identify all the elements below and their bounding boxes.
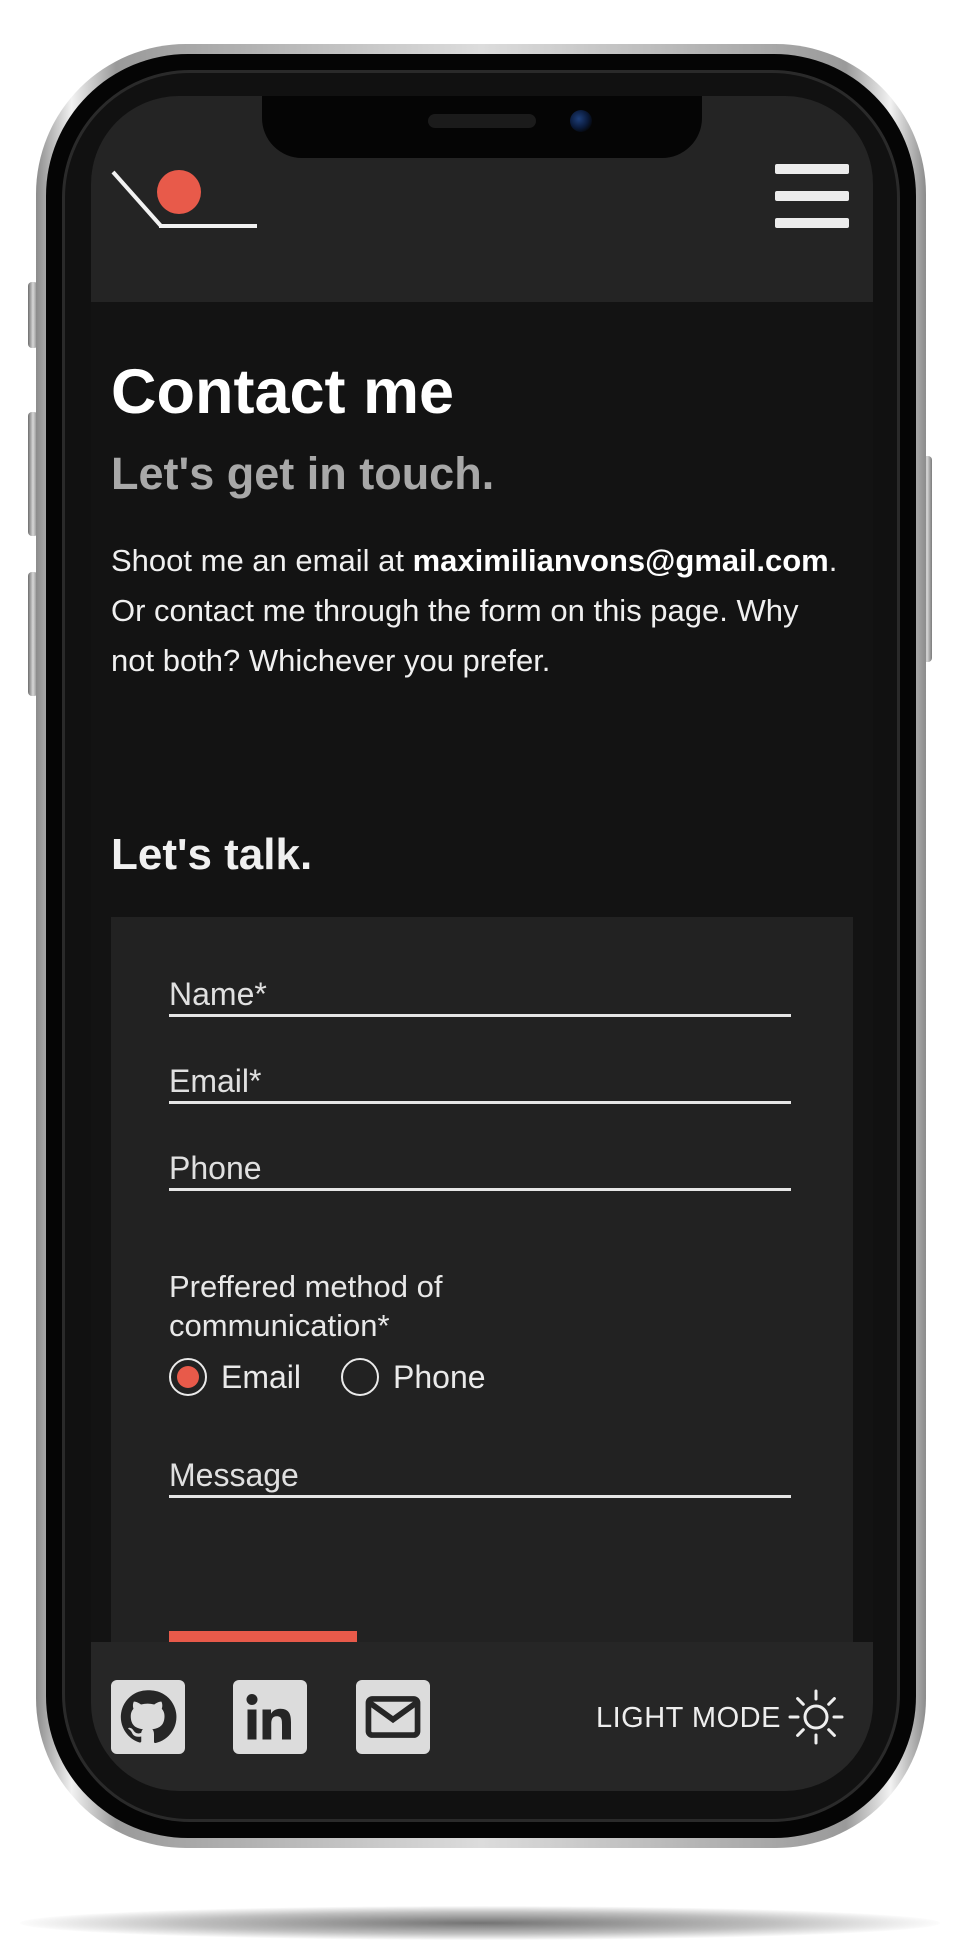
email-input[interactable]	[169, 1062, 791, 1100]
phone-shadow	[20, 1906, 940, 1940]
light-mode-toggle[interactable]: LIGHT MODE	[596, 1702, 781, 1735]
phone-screen: Contact me Let's get in touch. Shoot me …	[91, 96, 873, 1791]
notch	[262, 96, 702, 158]
message-field	[169, 1456, 791, 1498]
linkedin-icon[interactable]	[233, 1680, 307, 1754]
intro-text-before: Shoot me an email at	[111, 543, 413, 578]
earpiece-speaker	[428, 114, 536, 128]
radio-email[interactable]	[169, 1358, 207, 1396]
sun-icon[interactable]	[788, 1689, 844, 1745]
hamburger-menu-icon[interactable]	[775, 164, 849, 228]
mail-icon[interactable]	[356, 1680, 430, 1754]
section-title: Let's talk.	[111, 830, 313, 879]
phone-field	[169, 1149, 791, 1191]
contact-form: Preffered method of communication* Email…	[111, 917, 853, 1677]
radio-phone[interactable]	[341, 1358, 380, 1396]
front-camera	[570, 110, 592, 132]
page-subtitle: Let's get in touch.	[111, 448, 495, 499]
logo-icon[interactable]	[111, 168, 259, 238]
radio-email-label: Email	[221, 1358, 302, 1395]
email-field	[169, 1062, 791, 1104]
message-input[interactable]	[169, 1456, 791, 1494]
radio-phone-label: Phone	[393, 1358, 486, 1395]
page-title: Contact me	[111, 357, 455, 427]
name-field	[169, 975, 791, 1017]
intro-text: Shoot me an email at maximilianvons@gmai…	[111, 536, 841, 686]
contact-email-link[interactable]: maximilianvons@gmail.com	[413, 543, 829, 578]
preferred-method-group: Email Phone	[169, 1357, 486, 1397]
site-footer: LIGHT MODE	[91, 1642, 873, 1791]
github-icon[interactable]	[111, 1680, 185, 1754]
preferred-method-label: Preffered method of communication*	[169, 1269, 443, 1343]
name-input[interactable]	[169, 975, 791, 1013]
phone-input[interactable]	[169, 1149, 791, 1187]
